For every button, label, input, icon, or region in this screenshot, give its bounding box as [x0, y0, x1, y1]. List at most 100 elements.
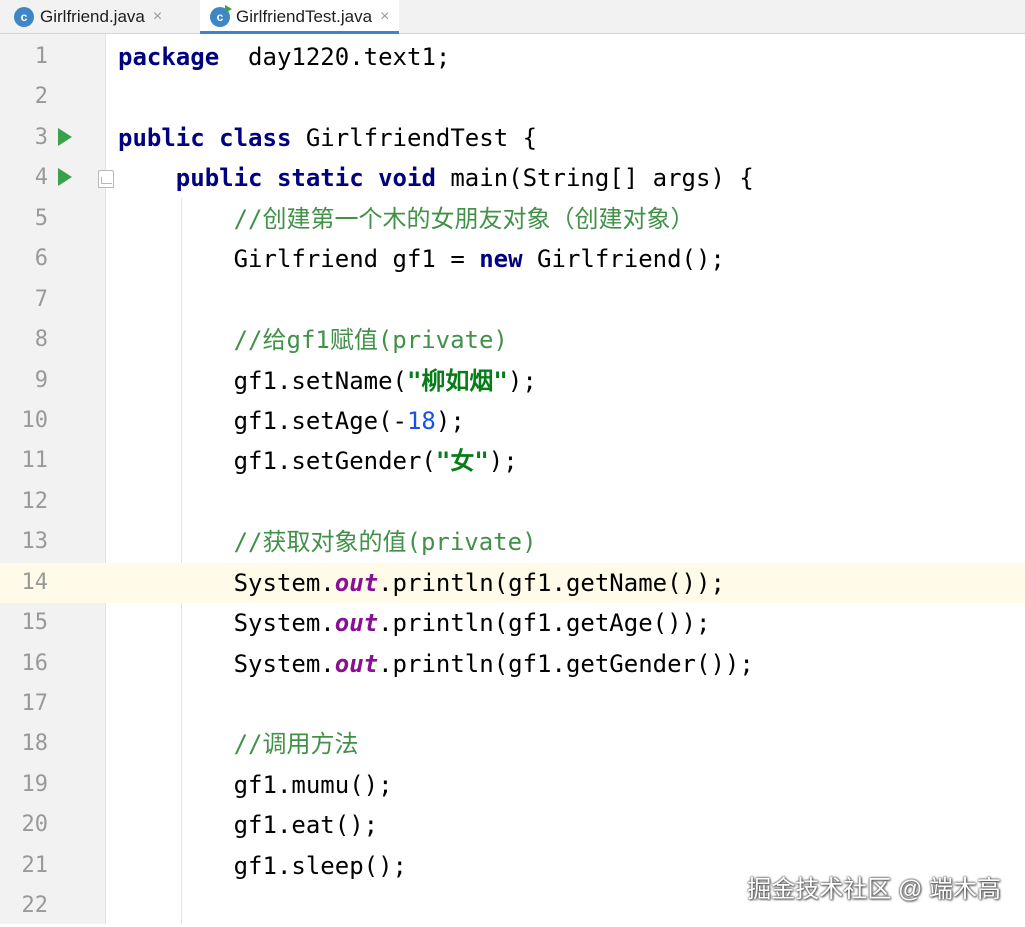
code-token: class [219, 123, 292, 152]
code-token: //获取对象的值(private) [233, 528, 537, 557]
code-token: System. [118, 649, 335, 678]
tab-girlfriend-java[interactable]: c Girlfriend.java × [14, 0, 162, 33]
code-token: public [118, 123, 205, 152]
code-token: gf1.setGender( [118, 447, 436, 476]
code-line[interactable]: 2 [0, 77, 1025, 117]
code-token: System. [118, 568, 335, 597]
code-text: public static void main(String[] args) { [118, 158, 754, 198]
line-number: 21 [21, 852, 49, 878]
code-text: Girlfriend gf1 = new Girlfriend(); [118, 239, 725, 279]
run-gutter-icon[interactable] [58, 127, 72, 146]
code-line[interactable]: 12 [0, 482, 1025, 522]
line-number: 13 [21, 529, 49, 555]
code-token: ); [488, 447, 518, 476]
code-line[interactable]: 14 System.out.println(gf1.getName()); [0, 562, 1025, 604]
code-token: GirlfriendTest { [291, 123, 538, 152]
fold-marker-icon[interactable] [98, 170, 114, 189]
code-text: //给gf1赋值(private) [118, 320, 508, 360]
line-number: 18 [21, 731, 49, 757]
code-token: gf1.sleep(); [118, 851, 407, 880]
code-token: .println(gf1.getGender()); [378, 649, 754, 678]
tab-label: Girlfriend.java [40, 6, 145, 26]
code-line[interactable]: 7 [0, 280, 1025, 320]
code-editor[interactable]: 1 package day1220.text1; 2 3 public class Gi… [0, 37, 1025, 927]
code-token: main(String[] args) { [435, 164, 754, 193]
code-token: ); [435, 406, 465, 435]
code-line[interactable]: 3 public class GirlfriendTest { [0, 118, 1025, 158]
code-token: Girlfriend(); [522, 245, 725, 274]
code-token: //给gf1赋值(private) [233, 326, 508, 355]
code-token: Girlfriend gf1 = [118, 245, 480, 274]
run-gutter-icon[interactable] [58, 168, 72, 187]
code-line[interactable]: 17 [0, 684, 1025, 724]
code-line[interactable]: 1 package day1220.text1; [0, 37, 1025, 77]
code-token: ); [507, 366, 537, 395]
code-text: package day1220.text1; [118, 37, 450, 77]
code-text: System.out.println(gf1.getAge()); [118, 603, 711, 643]
code-line[interactable]: 6 Girlfriend gf1 = new Girlfriend(); [0, 239, 1025, 279]
line-number: 7 [34, 286, 48, 312]
tab-girlfriendtest-java[interactable]: c GirlfriendTest.java × [200, 0, 400, 34]
code-token: gf1.mumu(); [118, 770, 393, 799]
line-number: 1 [34, 44, 48, 69]
line-number: 3 [34, 124, 48, 150]
code-line[interactable]: 15 System.out.println(gf1.getAge()); [0, 603, 1025, 643]
code-text: System.out.println(gf1.getName()); [118, 563, 725, 603]
java-class-icon: c [14, 6, 34, 27]
line-number: 2 [34, 84, 48, 110]
line-number: 6 [34, 246, 48, 272]
code-line[interactable]: 10 gf1.setAge(-18); [0, 401, 1025, 441]
code-text: public class GirlfriendTest { [118, 118, 537, 158]
close-icon[interactable]: × [153, 8, 162, 26]
close-icon[interactable]: × [380, 8, 389, 26]
line-number: 19 [21, 771, 49, 797]
line-number: 12 [21, 488, 49, 514]
code-line[interactable]: 20 gf1.eat(); [0, 805, 1025, 845]
code-text: gf1.eat(); [118, 805, 379, 845]
watermark: 掘金技术社区 @ 端木高 [747, 876, 1001, 903]
code-line[interactable]: 19 gf1.mumu(); [0, 765, 1025, 805]
line-number: 14 [0, 562, 48, 604]
code-token: gf1.setName( [118, 366, 407, 395]
code-token: System. [118, 609, 335, 638]
code-line[interactable]: 8 //给gf1赋值(private) [0, 320, 1025, 360]
line-number: 5 [34, 205, 48, 231]
code-token: gf1.eat(); [118, 811, 379, 840]
code-token: 18 [406, 406, 436, 435]
code-text: gf1.setGender("女"); [118, 441, 518, 481]
code-line[interactable]: 4 public static void main(String[] args)… [0, 158, 1025, 198]
code-token: new [479, 245, 523, 274]
line-number: 8 [34, 327, 48, 353]
code-text: //获取对象的值(private) [118, 522, 537, 562]
code-line[interactable]: 5 //创建第一个木的女朋友对象（创建对象） [0, 199, 1025, 239]
code-text: System.out.println(gf1.getGender()); [118, 644, 754, 684]
editor-tab-bar: c Girlfriend.java × c GirlfriendTest.jav… [0, 0, 1025, 34]
line-number: 20 [21, 812, 49, 838]
code-token: package [118, 43, 220, 71]
code-line[interactable]: 13 //获取对象的值(private) [0, 522, 1025, 562]
code-line[interactable]: 18 //调用方法 [0, 724, 1025, 764]
code-line[interactable]: 9 gf1.setName("柳如烟"); [0, 361, 1025, 401]
tab-label: GirlfriendTest.java [236, 7, 373, 26]
code-token: //创建第一个木的女朋友对象（创建对象） [233, 204, 695, 233]
line-number: 11 [21, 448, 49, 474]
code-token: "女" [435, 447, 489, 476]
line-number: 17 [21, 691, 49, 716]
code-text: gf1.mumu(); [118, 765, 393, 805]
code-token: public [175, 164, 263, 193]
code-token: static [276, 164, 364, 193]
line-number: 9 [34, 367, 48, 393]
line-number: 15 [21, 610, 49, 636]
code-token: gf1.setAge(- [118, 406, 407, 435]
code-token: "柳如烟" [406, 366, 508, 395]
code-token: out [334, 568, 379, 597]
code-line[interactable]: 16 System.out.println(gf1.getGender()); [0, 644, 1025, 684]
code-token: //调用方法 [233, 730, 359, 759]
code-token: day1220.text1; [219, 43, 451, 71]
code-token: .println(gf1.getAge()); [378, 609, 711, 638]
code-line[interactable]: 11 gf1.setGender("女"); [0, 441, 1025, 481]
code-token: void [378, 164, 436, 193]
